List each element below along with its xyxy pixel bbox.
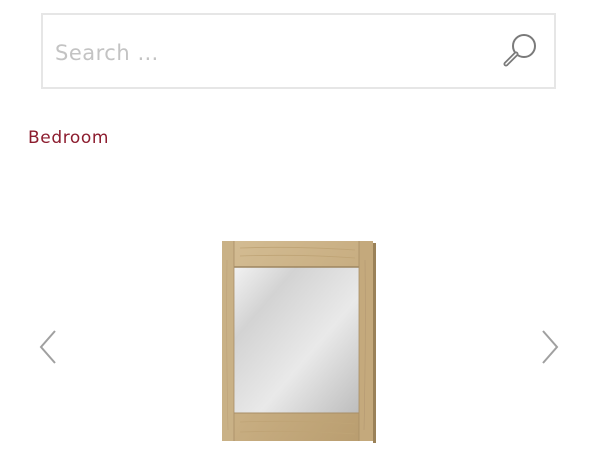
chevron-right-icon: [542, 330, 559, 364]
search-button[interactable]: [500, 31, 540, 71]
page: Bedroom: [0, 0, 600, 450]
chevron-left-icon: [39, 330, 56, 364]
search-icon: [503, 34, 536, 67]
product-image[interactable]: [220, 240, 377, 445]
mirror-image: [222, 241, 376, 443]
product-carousel: [0, 200, 600, 450]
category-link-bedroom[interactable]: Bedroom: [28, 128, 109, 148]
carousel-next-button[interactable]: [538, 328, 562, 366]
carousel-prev-button[interactable]: [36, 328, 60, 366]
search-box: [41, 13, 556, 89]
search-input[interactable]: [55, 33, 475, 73]
